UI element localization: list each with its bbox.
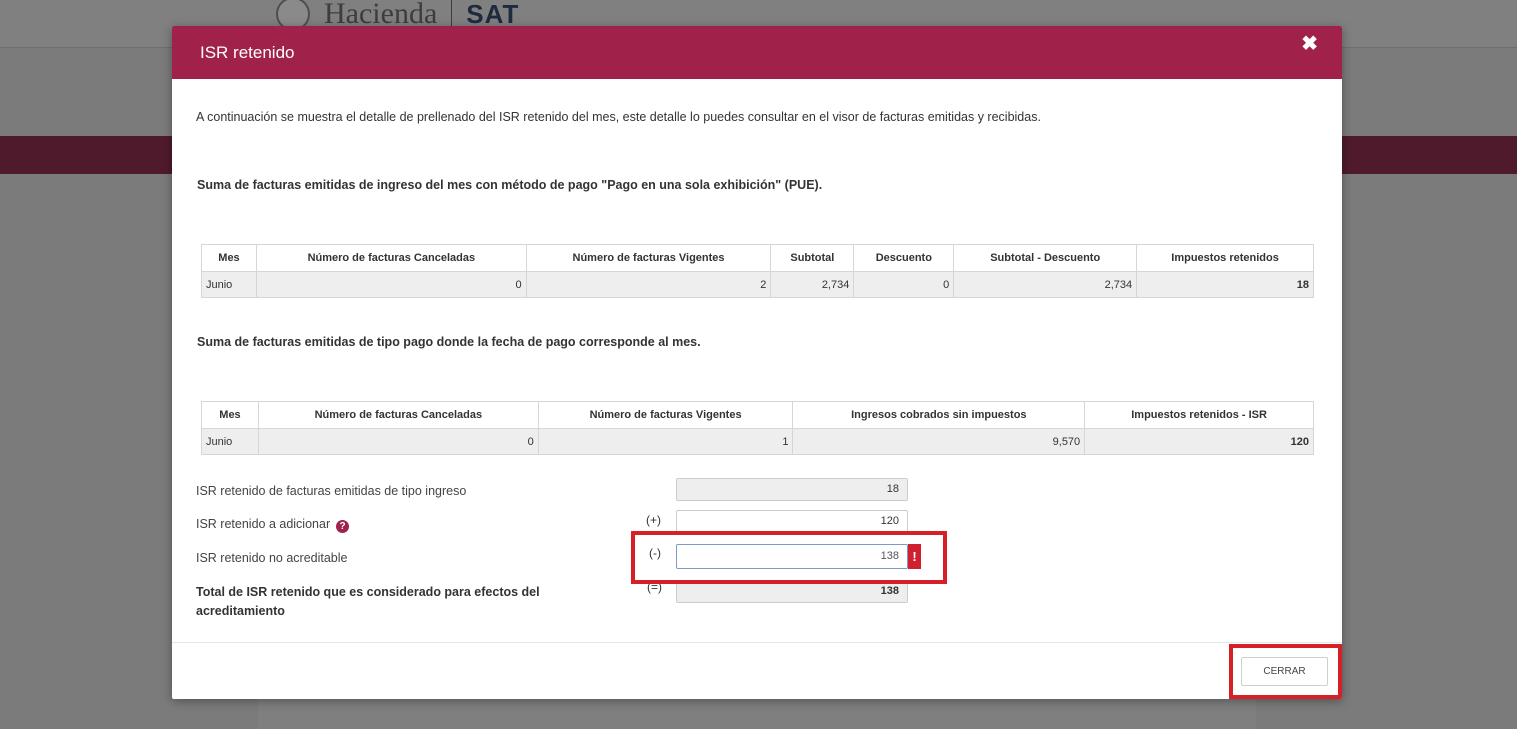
- logo-separator: [451, 0, 453, 28]
- modal-header: ISR retenido ✖: [172, 26, 1342, 79]
- col-impuestos-retenidos: Impuestos retenidos: [1136, 244, 1314, 272]
- col-subtotal: Subtotal: [770, 244, 855, 272]
- col-mes: Mes: [201, 244, 257, 272]
- col-subtotal-descuento: Subtotal - Descuento: [953, 244, 1138, 272]
- col-vigentes: Número de facturas Vigentes: [537, 401, 794, 429]
- highlight-box-no-acreditable: [631, 531, 947, 584]
- intro-text: A continuación se muestra el detalle de …: [196, 110, 1041, 124]
- question-circle-icon[interactable]: ?: [336, 520, 350, 533]
- highlight-box-cerrar: [1229, 644, 1342, 699]
- col-vigentes: Número de facturas Vigentes: [525, 244, 772, 272]
- total-isr-label: Total de ISR retenido que es considerado…: [196, 585, 540, 618]
- isr-adicionar-input[interactable]: 120: [676, 510, 908, 533]
- col-canceladas: Número de facturas Canceladas: [255, 244, 527, 272]
- cell-descuento: 0: [853, 271, 955, 298]
- col-canceladas: Número de facturas Canceladas: [257, 401, 539, 429]
- cell-mes: Junio: [201, 428, 259, 455]
- col-ingresos-cobrados: Ingresos cobrados sin impuestos: [792, 401, 1086, 429]
- pago-table: Mes Número de facturas Canceladas Número…: [201, 401, 1314, 455]
- isr-adicionar-label: ISR retenido a adicionar: [196, 517, 331, 531]
- plus-operator: (+): [646, 513, 661, 527]
- col-mes: Mes: [201, 401, 259, 429]
- modal-title: ISR retenido: [200, 43, 295, 62]
- cell-ingresos-cobrados: 9,570: [792, 428, 1086, 455]
- table-header-row: Mes Número de facturas Canceladas Número…: [201, 244, 1314, 272]
- pue-table: Mes Número de facturas Canceladas Número…: [201, 244, 1314, 298]
- modal-footer-divider: [172, 642, 1342, 643]
- cell-canceladas: 0: [255, 271, 527, 298]
- table-header-row: Mes Número de facturas Canceladas Número…: [201, 401, 1314, 429]
- isr-ingreso-field: 18: [676, 478, 908, 501]
- isr-no-acreditable-label: ISR retenido no acreditable: [196, 551, 348, 565]
- col-descuento: Descuento: [853, 244, 955, 272]
- isr-adicionar-row: ISR retenido a adicionar?: [196, 517, 350, 533]
- isr-ingreso-label: ISR retenido de facturas emitidas de tip…: [196, 484, 467, 498]
- section-pue-title: Suma de facturas emitidas de ingreso del…: [197, 178, 823, 192]
- cell-impuestos-retenidos: 18: [1136, 271, 1314, 298]
- table-row: Junio 0 2 2,734 0 2,734 18: [201, 271, 1314, 298]
- table-row: Junio 0 1 9,570 120: [201, 428, 1314, 455]
- cell-mes: Junio: [201, 271, 257, 298]
- cell-subtotal: 2,734: [770, 271, 855, 298]
- col-impuestos-isr: Impuestos retenidos - ISR: [1084, 401, 1314, 429]
- isr-retenido-modal: ISR retenido ✖ A continuación se muestra…: [172, 26, 1342, 699]
- cell-vigentes: 1: [537, 428, 794, 455]
- cell-subtotal-descuento: 2,734: [953, 271, 1138, 298]
- cell-canceladas: 0: [257, 428, 539, 455]
- cell-impuestos-isr: 120: [1084, 428, 1314, 455]
- section-pago-title: Suma de facturas emitidas de tipo pago d…: [197, 335, 701, 349]
- cell-vigentes: 2: [525, 271, 772, 298]
- close-icon[interactable]: ✖: [1301, 31, 1318, 56]
